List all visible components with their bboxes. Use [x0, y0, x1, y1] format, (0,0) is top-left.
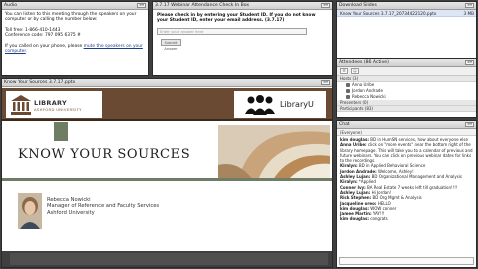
chat-input[interactable]: [339, 257, 474, 265]
slide-header: LIBRARY ASHFORD UNIVERSITY LibraryU: [2, 88, 332, 121]
user-icon: [346, 89, 350, 93]
chat-text: Hi Jordan!: [370, 189, 392, 195]
chat-author: Rick Stephen:: [340, 195, 372, 201]
participants-group[interactable]: Participants (83): [337, 106, 476, 112]
pod-menu-icon[interactable]: ≡▾: [137, 3, 146, 8]
libraryu-text: LibraryU: [280, 100, 314, 109]
chat-author: Kiralyn:: [340, 179, 358, 185]
chat-pod: Chat ≡▾ (Everyone) kim douglas: BD in Hu…: [336, 120, 477, 268]
books-image: [218, 125, 330, 180]
speaker-info: Rebecca Nowicki Manager of Reference and…: [47, 197, 159, 216]
file-name: Know Your Sources 3.7.17_20734422120.ppt…: [340, 11, 437, 16]
chat-text: Welcome, Ashley!: [376, 168, 414, 174]
presentation-slide: LIBRARY ASHFORD UNIVERSITY LibraryU KNOW…: [2, 88, 332, 267]
audio-title: Audio: [4, 3, 18, 8]
chat-author: kim douglas:: [340, 205, 369, 211]
checkin-pod-title: 3.7.17 Webinar Attendance Check In Box ≡…: [153, 2, 332, 10]
phone-note-suffix: .: [25, 49, 28, 55]
submit-answer-button[interactable]: Submit Answer: [161, 38, 181, 51]
chat-author: Jamee Martin:: [340, 211, 372, 217]
chat-author: Ashley Lujan:: [340, 174, 371, 180]
attendees-pod-title: Attendees (86 Active) ≡▾: [337, 59, 476, 67]
chat-text: BD Organizational Management and Analysi…: [370, 174, 462, 180]
speaker-portrait: [18, 193, 42, 229]
share-pod-title: Know Your Sources 3.7.17.pptx ≡▾: [2, 79, 332, 87]
chat-author: kim douglas:: [340, 137, 369, 142]
download-pod-title: Download Slides ≡▾: [337, 2, 476, 10]
pod-menu-icon[interactable]: ≡▾: [321, 3, 330, 8]
chat-text: BA Real Estate 7 weeks left till graduat…: [365, 184, 458, 190]
chat-text: BD in Applied Behavioral Science: [357, 163, 426, 169]
audio-pod: Audio ≡▾ You can listen to this meeting …: [1, 1, 149, 76]
chat-messages: kim douglas: BD in HumSN services, how a…: [337, 136, 476, 223]
chat-author: Conner Ivy:: [340, 184, 366, 190]
speaker-photo: [18, 193, 42, 229]
audio-pod-title: Audio ≡▾: [2, 2, 148, 10]
books-illustration: [218, 125, 330, 180]
logo-subtext: ASHFORD UNIVERSITY: [34, 107, 82, 112]
slide-footer: [2, 251, 332, 267]
chat-author: Jacqueline oreo:: [340, 200, 377, 206]
slide-heading: KNOW YOUR SOURCES: [18, 147, 191, 162]
chat-author: Jordon Andrade:: [340, 168, 377, 174]
user-icon: [346, 83, 350, 87]
pod-menu-icon[interactable]: ≡▾: [465, 3, 474, 8]
attendees-toolbar: ☰ ☺: [337, 67, 476, 76]
chat-recipient[interactable]: (Everyone): [337, 129, 476, 136]
pod-menu-icon[interactable]: ≡▾: [465, 122, 474, 127]
pod-menu-icon[interactable]: ≡▾: [465, 60, 474, 65]
file-row[interactable]: Know Your Sources 3.7.17_20734422120.ppt…: [337, 10, 476, 17]
people-group-icon: [245, 95, 275, 115]
chat-message: kim douglas: congrats: [340, 216, 473, 221]
slide-ribbon: [54, 122, 68, 141]
phone-note-prefix: If you called on your phone, please: [5, 43, 84, 49]
file-size: 3 MB: [463, 11, 474, 16]
chat-text: BD in HumSN services, how about everyone…: [368, 137, 468, 142]
chat-author: Anna Uribe:: [340, 142, 367, 148]
chat-author: Kiralyn:: [340, 163, 358, 169]
logo-text: LIBRARY: [34, 99, 68, 107]
chat-text: congrats: [368, 216, 388, 222]
speaker-role: Manager of Reference and Faculty Service…: [47, 203, 160, 210]
checkin-question: Please check in by entering your Student…: [157, 13, 316, 24]
checkin-title: 3.7.17 Webinar Attendance Check In Box: [155, 3, 250, 8]
answer-input[interactable]: Enter your answer here: [157, 27, 307, 35]
user-icon: [346, 95, 350, 99]
chat-author: Ashley Lujan:: [340, 189, 371, 195]
share-pod: Know Your Sources 3.7.17.pptx ≡▾ LIBRARY…: [1, 78, 333, 268]
attendees-title: Attendees (86 Active): [339, 60, 389, 65]
chat-title: Chat: [339, 122, 350, 127]
phone-note: If you called on your phone, please mute…: [5, 44, 145, 55]
slide-divider: [2, 178, 332, 181]
checkin-pod: 3.7.17 Webinar Attendance Check In Box ≡…: [152, 1, 333, 76]
library-logo: LIBRARY ASHFORD UNIVERSITY: [6, 91, 102, 118]
chat-message: Anna Uribe: click on "more events" near …: [340, 142, 473, 163]
attendees-pod: Attendees (86 Active) ≡▾ ☰ ☺ Hosts (3) A…: [336, 58, 477, 118]
chat-text: BD Org Mgmt & Analysis: [371, 195, 422, 201]
pod-menu-icon[interactable]: ≡▾: [321, 80, 330, 85]
share-title: Know Your Sources 3.7.17.pptx: [4, 80, 76, 85]
status-icon[interactable]: ☺: [351, 68, 359, 74]
list-view-icon[interactable]: ☰: [340, 68, 348, 74]
speaker-org: Ashford University: [47, 209, 95, 216]
chat-text: WOW conner: [368, 205, 397, 211]
chat-text: HELLO: [376, 200, 391, 206]
libraryu-logo: LibraryU: [234, 91, 326, 118]
download-title: Download Slides: [339, 3, 377, 8]
chat-pod-title: Chat ≡▾: [337, 121, 476, 129]
chat-text: *Applied: [357, 179, 376, 185]
chat-text: YAY!!!: [371, 211, 385, 217]
library-building-icon: [11, 95, 31, 115]
chat-author: kim douglas:: [340, 216, 369, 222]
